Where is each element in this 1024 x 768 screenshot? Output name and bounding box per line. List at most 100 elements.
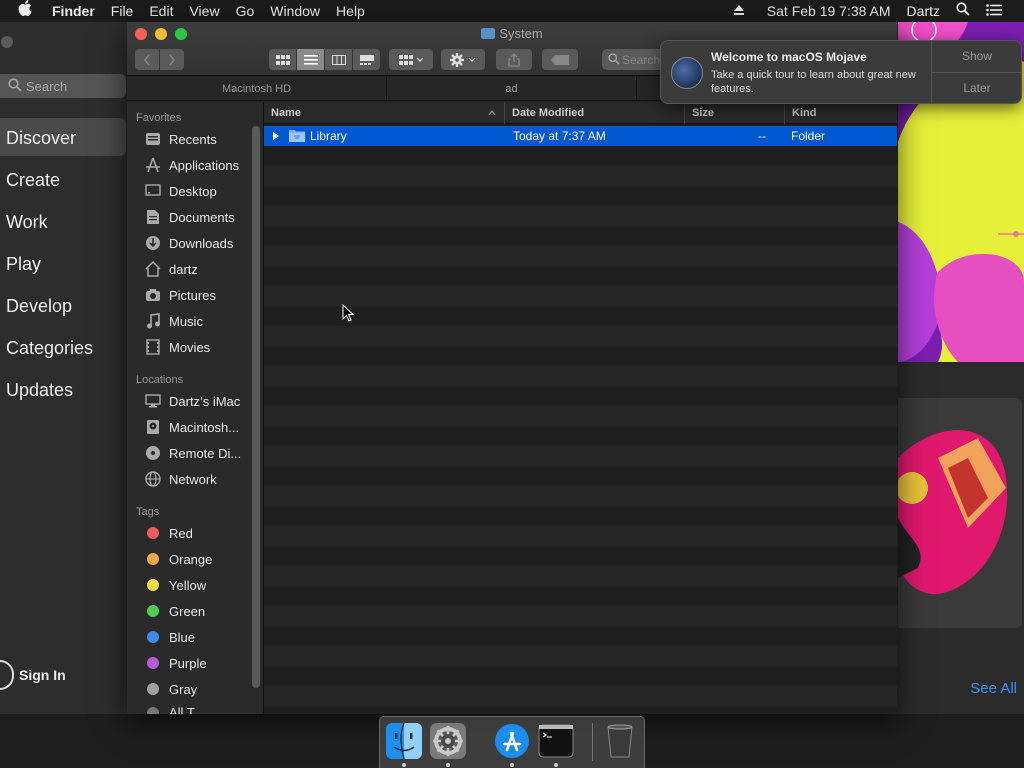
nav-create[interactable]: Create	[6, 170, 60, 191]
menu-file[interactable]: File	[103, 0, 142, 22]
column-kind-header[interactable]: Kind	[784, 102, 897, 124]
tab-macintosh-hd[interactable]: Macintosh HD	[127, 77, 387, 101]
finder-window: System Search Macintosh HD ad Favorites …	[127, 22, 897, 714]
sidebar-item-movies[interactable]: Movies	[144, 337, 210, 357]
tags-button[interactable]	[542, 49, 578, 70]
user-menu[interactable]: Dartz	[899, 0, 948, 22]
app-store-icon[interactable]	[494, 723, 530, 759]
sidebar-tag-purple[interactable]: Purple	[144, 653, 207, 673]
search-icon	[608, 53, 620, 65]
nav-work[interactable]: Work	[6, 212, 48, 233]
sidebar-item-applications[interactable]: Applications	[144, 155, 239, 175]
sidebar-item-music[interactable]: Music	[144, 311, 203, 331]
empty-row	[264, 546, 897, 566]
sidebar-tag-all[interactable]: All T...	[144, 705, 204, 714]
sidebar-item-remote-disc[interactable]: Remote Di...	[144, 443, 241, 463]
empty-row	[264, 666, 897, 686]
see-all-link[interactable]: See All	[970, 680, 1017, 697]
app-store-sidebar: Search Discover Create Work Play Develop…	[0, 22, 130, 714]
system-preferences-icon[interactable]	[430, 723, 466, 759]
column-date-header[interactable]: Date Modified	[504, 102, 684, 124]
back-button[interactable]	[135, 49, 159, 70]
group-grid-icon	[399, 54, 423, 65]
sidebar-item-imac[interactable]: Dartz’s iMac	[144, 391, 240, 411]
menu-edit[interactable]: Edit	[141, 0, 181, 22]
column-name-header[interactable]: Name	[264, 102, 504, 124]
nav-develop[interactable]: Develop	[6, 296, 72, 317]
sidebar-item-home[interactable]: dartz	[144, 259, 198, 279]
row-size: --	[758, 129, 766, 143]
table-row[interactable]: Library Today at 7:37 AM -- Folder	[264, 126, 897, 146]
music-icon	[144, 313, 162, 329]
app-store-search-input[interactable]: Search	[0, 74, 126, 98]
action-button[interactable]	[441, 49, 485, 70]
sign-in-button[interactable]: Sign In	[0, 660, 66, 690]
dock-separator	[592, 723, 593, 761]
sidebar-tag-green[interactable]: Green	[144, 601, 205, 621]
list-view-button[interactable]	[297, 49, 324, 70]
notification-later-button[interactable]: Later	[932, 73, 1022, 104]
notification-center-icon[interactable]	[978, 0, 1024, 22]
empty-row	[264, 206, 897, 226]
tag-color-dot	[147, 683, 159, 695]
sidebar-item-desktop[interactable]: Desktop	[144, 181, 217, 201]
sidebar-item-pictures[interactable]: Pictures	[144, 285, 216, 305]
nav-discover[interactable]: Discover	[6, 128, 76, 149]
gallery-view-button[interactable]	[353, 49, 380, 70]
menu-go[interactable]: Go	[228, 0, 263, 22]
notification-show-button[interactable]: Show	[932, 41, 1022, 72]
sidebar-item-downloads[interactable]: Downloads	[144, 233, 233, 253]
group-button[interactable]	[389, 49, 433, 70]
empty-row	[264, 486, 897, 506]
clock[interactable]: Sat Feb 19 7:38 AM	[759, 0, 899, 22]
notification-banner[interactable]: Welcome to macOS Mojave Take a quick tou…	[660, 40, 1022, 104]
sidebar-label: Dartz’s iMac	[169, 393, 241, 409]
sidebar-label: Purple	[169, 655, 207, 671]
window-close-button[interactable]	[1, 36, 13, 48]
sidebar-label: All T...	[169, 705, 205, 714]
tag-color-dot	[147, 657, 159, 669]
row-kind: Folder	[791, 129, 826, 143]
finder-search-input[interactable]: Search	[602, 49, 662, 70]
sidebar-tag-blue[interactable]: Blue	[144, 627, 195, 647]
sidebar-tag-yellow[interactable]: Yellow	[144, 575, 206, 595]
disclosure-triangle-icon[interactable]	[272, 130, 280, 144]
eject-icon[interactable]	[725, 0, 759, 22]
desktop-icon	[144, 183, 162, 199]
column-view-button[interactable]	[325, 49, 352, 70]
share-button[interactable]	[496, 49, 532, 70]
tag-color-dot	[147, 631, 159, 643]
menu-window[interactable]: Window	[262, 0, 328, 22]
sidebar-tag-red[interactable]: Red	[144, 523, 193, 543]
menu-help[interactable]: Help	[328, 0, 373, 22]
sidebar-item-macintosh-hd[interactable]: Macintosh...	[144, 417, 239, 437]
menu-app-name[interactable]: Finder	[44, 0, 103, 22]
empty-row	[264, 706, 897, 714]
empty-row	[264, 266, 897, 286]
apple-menu-icon[interactable]	[0, 0, 44, 22]
sidebar-tag-orange[interactable]: Orange	[144, 549, 212, 569]
sidebar-tag-gray[interactable]: Gray	[144, 679, 197, 699]
sidebar-scrollbar[interactable]	[252, 126, 260, 688]
trash-icon[interactable]	[602, 723, 638, 759]
sidebar-item-recents[interactable]: Recents	[144, 129, 217, 149]
finder-icon[interactable]	[386, 722, 422, 760]
column-size-header[interactable]: Size	[684, 102, 784, 124]
sidebar-item-network[interactable]: Network	[144, 469, 217, 489]
empty-row	[264, 246, 897, 266]
menu-view[interactable]: View	[181, 0, 227, 22]
menu-bar: Finder File Edit View Go Window Help Sat…	[0, 0, 1024, 22]
forward-button[interactable]	[160, 49, 184, 70]
tab-ad[interactable]: ad	[387, 77, 637, 101]
camera-icon	[144, 287, 162, 303]
nav-play[interactable]: Play	[6, 254, 41, 275]
tag-color-dot	[147, 605, 159, 617]
sidebar-item-documents[interactable]: Documents	[144, 207, 235, 227]
empty-row	[264, 306, 897, 326]
nav-categories[interactable]: Categories	[6, 338, 93, 359]
terminal-icon[interactable]	[538, 723, 574, 759]
icon-view-button[interactable]	[269, 49, 296, 70]
spotlight-icon[interactable]	[948, 0, 978, 22]
featured-artwork-2[interactable]	[898, 398, 1022, 628]
nav-updates[interactable]: Updates	[6, 380, 73, 401]
